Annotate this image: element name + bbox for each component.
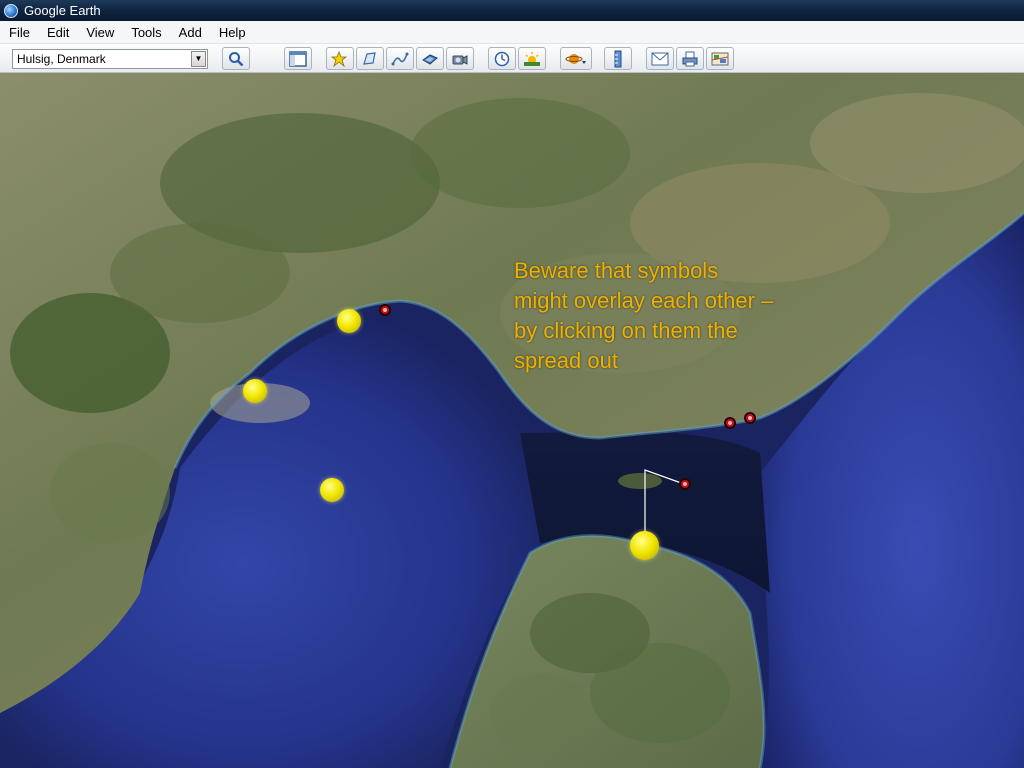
print-button[interactable]	[676, 47, 704, 70]
historical-imagery-button[interactable]	[488, 47, 516, 70]
placemark-yellow[interactable]	[630, 531, 659, 560]
placemark-red[interactable]	[724, 417, 736, 429]
window-title: Google Earth	[24, 3, 101, 18]
add-polygon-button[interactable]	[356, 47, 384, 70]
placemark-yellow[interactable]	[320, 478, 344, 502]
menu-add[interactable]: Add	[170, 25, 210, 40]
switch-planet-button[interactable]	[560, 47, 592, 70]
menu-file[interactable]: File	[0, 25, 38, 40]
record-tour-button[interactable]	[446, 47, 474, 70]
search-button[interactable]	[222, 47, 250, 70]
placemark-red[interactable]	[744, 412, 756, 424]
tour-camera-icon	[452, 54, 468, 65]
map-viewport[interactable]: Beware that symbols might overlay each o…	[0, 73, 1024, 768]
printer-icon	[682, 51, 698, 66]
sun-icon	[524, 51, 540, 66]
planet-icon	[565, 53, 586, 64]
google-earth-logo-icon	[4, 3, 18, 18]
ruler-button[interactable]	[604, 47, 632, 70]
placemark-red[interactable]	[379, 304, 391, 316]
sunlight-button[interactable]	[518, 47, 546, 70]
map-icon	[711, 52, 729, 65]
add-path-button[interactable]	[386, 47, 414, 70]
title-bar: Google Earth	[0, 0, 1024, 21]
placemark-yellow[interactable]	[337, 309, 361, 333]
menu-help[interactable]: Help	[210, 25, 254, 40]
menu-edit[interactable]: Edit	[38, 25, 77, 40]
satellite-imagery	[0, 73, 1024, 768]
search-dropdown-button[interactable]: ▼	[191, 51, 206, 67]
placemark-red[interactable]	[679, 478, 691, 490]
placemark-yellow[interactable]	[243, 379, 267, 403]
toolbar: Hulsig, Denmark ▼	[0, 44, 1024, 73]
add-image-overlay-button[interactable]	[416, 47, 444, 70]
view-in-maps-button[interactable]	[706, 47, 734, 70]
ruler-icon	[614, 50, 622, 67]
sidebar-toggle-button[interactable]	[284, 47, 312, 70]
search-input[interactable]: Hulsig, Denmark ▼	[12, 49, 208, 69]
search-value: Hulsig, Denmark	[17, 52, 106, 66]
magnifier-icon	[229, 51, 244, 66]
menu-bar: File Edit View Tools Add Help	[0, 21, 1024, 44]
sidebar-icon	[289, 50, 307, 67]
image-overlay-icon	[422, 53, 438, 65]
menu-view[interactable]: View	[77, 25, 122, 40]
pushpin-icon	[331, 50, 348, 67]
path-icon	[391, 52, 409, 65]
add-placemark-button[interactable]	[326, 47, 354, 70]
email-button[interactable]	[646, 47, 674, 70]
menu-tools[interactable]: Tools	[122, 25, 169, 40]
annotation-text: Beware that symbols might overlay each o…	[514, 258, 774, 373]
clock-icon	[494, 51, 510, 66]
polygon-icon	[363, 51, 376, 65]
envelope-icon	[651, 52, 669, 65]
